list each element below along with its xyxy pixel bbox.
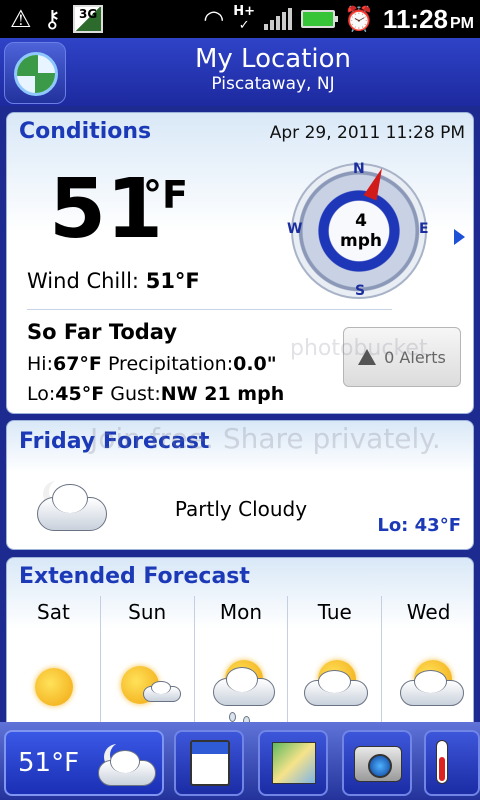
forecast-day[interactable]: Mon — [195, 596, 289, 736]
compass-west-label: W — [287, 221, 303, 237]
day-name: Tue — [317, 600, 352, 624]
sun-icon — [35, 668, 73, 706]
data-indicator: H+ ✓ — [233, 4, 256, 33]
network-label: 3G — [78, 7, 98, 21]
thermometer-button[interactable] — [424, 730, 480, 796]
watermark-text: Join free. Share privately. — [90, 422, 441, 455]
precip-value: 0.0" — [233, 353, 277, 375]
clock-ampm: PM — [450, 14, 474, 32]
location-subtitle[interactable]: Piscataway, NJ — [66, 74, 480, 94]
hi-value: 67°F — [52, 353, 102, 375]
bottom-dock: 51°F — [0, 722, 480, 800]
day-name: Mon — [219, 600, 263, 624]
network-3g-badge: 3G — [73, 5, 104, 33]
current-temp-button[interactable]: 51°F — [4, 730, 164, 796]
conditions-panel[interactable]: Conditions Apr 29, 2011 11:28 PM 51 °F W… — [6, 112, 474, 414]
status-right: ◠ H+ ✓ ⏰ 11:28 PM — [203, 4, 474, 34]
compass-north-label: N — [353, 161, 365, 177]
location-title[interactable]: My Location — [66, 44, 480, 74]
battery-icon — [301, 10, 339, 28]
cloud-icon — [400, 670, 465, 706]
forecast-day[interactable]: Wed — [382, 596, 473, 736]
conditions-title: Conditions — [19, 119, 152, 144]
usb-icon: ⚷ — [43, 5, 62, 33]
conditions-divider — [27, 309, 392, 310]
so-far-today-title: So Far Today — [27, 320, 178, 344]
calendar-icon — [190, 740, 230, 786]
data-label: H+ — [233, 4, 256, 19]
wind-speed-value: 4 — [355, 211, 367, 231]
lo-label: Lo: — [27, 383, 56, 405]
friday-low: Lo: 43°F — [377, 515, 461, 536]
day-name: Sat — [37, 600, 70, 624]
gust-label: Gust: — [110, 383, 161, 405]
clock-time: 11:28 — [382, 3, 448, 34]
warning-icon: ⚠ — [10, 5, 32, 33]
rain-drop-icon — [228, 712, 236, 722]
forecast-days: Sat Sun Mon Tue Wed — [7, 596, 473, 736]
cloud-icon — [98, 750, 156, 786]
temperature-unit: °F — [143, 173, 188, 217]
wind-chill: Wind Chill: 51°F — [27, 269, 200, 293]
day-name: Sun — [128, 600, 167, 624]
precip-label: Precipitation: — [107, 353, 234, 375]
hi-label: Hi: — [27, 353, 53, 375]
extended-forecast-title: Extended Forecast — [19, 564, 250, 589]
extended-forecast-panel[interactable]: Extended Forecast Sat Sun Mon Tue Wed — [6, 557, 474, 737]
weatherbug-app-icon[interactable] — [4, 42, 66, 104]
alarm-clock-icon: ⏰ — [344, 5, 374, 33]
forecast-day[interactable]: Sun — [101, 596, 195, 736]
conditions-datetime: Apr 29, 2011 11:28 PM — [269, 123, 465, 143]
cloud-icon — [304, 670, 369, 706]
next-arrow-icon[interactable] — [454, 229, 465, 245]
cloud-icon — [142, 680, 181, 702]
wind-compass: N S E W 4 mph — [287, 161, 429, 299]
hi-precip-row: Hi:67°F Precipitation:0.0" — [27, 353, 277, 375]
status-bar: ⚠ ⚷ 3G ◠ H+ ✓ ⏰ 11:28 PM — [0, 0, 480, 38]
todays-forecast-button[interactable] — [174, 730, 244, 796]
forecast-day[interactable]: Sat — [7, 596, 101, 736]
cloud-icon — [212, 667, 275, 706]
lo-gust-row: Lo:45°F Gust:NW 21 mph — [27, 383, 284, 405]
wifi-icon: ◠ — [203, 5, 225, 33]
wind-speed-unit: mph — [340, 231, 382, 251]
map-icon — [272, 742, 316, 784]
signal-strength-icon — [264, 8, 293, 30]
day-name: Wed — [406, 600, 451, 624]
compass-needle-icon — [363, 165, 389, 201]
camera-icon — [354, 746, 402, 782]
app-header: My Location Piscataway, NJ — [0, 38, 480, 106]
app-logo-icon — [14, 52, 58, 96]
maps-button[interactable] — [258, 730, 328, 796]
dock-temperature: 51°F — [18, 748, 80, 778]
gust-value: NW 21 mph — [160, 383, 285, 405]
forecast-day[interactable]: Tue — [288, 596, 383, 736]
watermark-logo: photobucket — [290, 336, 428, 361]
compass-south-label: S — [355, 283, 366, 299]
thermometer-icon — [436, 740, 448, 784]
status-clock: 11:28 PM — [383, 4, 474, 35]
wind-chill-label: Wind Chill: — [27, 269, 140, 293]
status-left: ⚠ ⚷ 3G — [10, 4, 104, 34]
lo-value: 45°F — [55, 383, 105, 405]
camera-button[interactable] — [342, 730, 412, 796]
wind-speed: 4 mph — [329, 211, 393, 251]
wind-chill-value: 51°F — [145, 269, 200, 293]
compass-east-label: E — [419, 221, 429, 237]
